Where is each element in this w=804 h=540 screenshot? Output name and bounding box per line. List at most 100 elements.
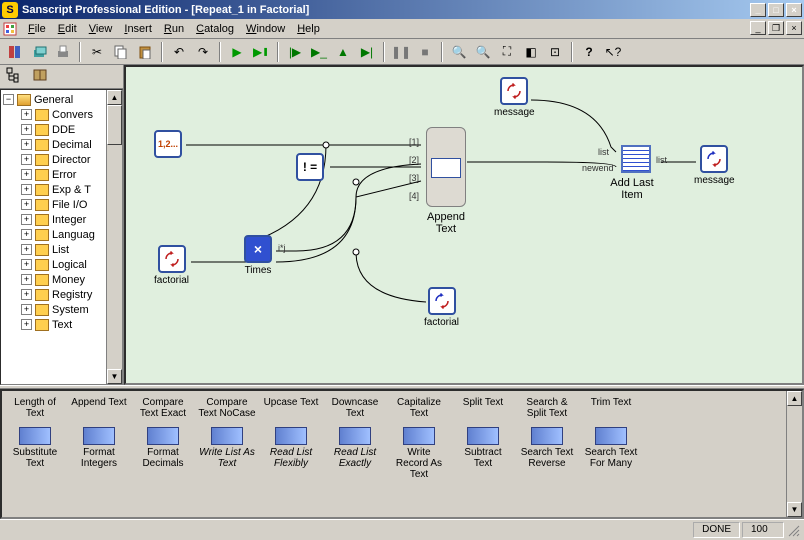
tree-item[interactable]: +Decimal [3,137,120,152]
close-button[interactable]: × [786,3,802,17]
redo-icon[interactable]: ↷ [192,41,214,63]
scroll-up-icon[interactable]: ▲ [787,391,802,406]
zoom-out-icon[interactable]: 🔍 [472,41,494,63]
menu-insert[interactable]: Insert [118,21,158,37]
scroll-thumb[interactable] [107,105,122,145]
tab-tree-icon[interactable] [6,67,22,86]
mdi-close-button[interactable]: × [786,21,802,35]
palette-item[interactable]: Split Text [454,395,512,419]
palette-item[interactable]: Subtract Text [454,427,512,480]
tree-item[interactable]: +Convers [3,107,120,122]
node-factorial-in[interactable]: factorial [154,245,189,286]
tree-scrollbar[interactable]: ▲ ▼ [106,90,122,384]
node-input-const[interactable]: 1,2... [154,130,182,158]
tree-item[interactable]: +Languag [3,227,120,242]
palette-item[interactable]: Trim Text [582,395,640,419]
mdi-restore-button[interactable]: ❐ [768,21,784,35]
zoom-region-icon[interactable]: ◧ [520,41,542,63]
zoom-fit-icon[interactable]: ⛶ [496,41,518,63]
palette-item[interactable]: Compare Text NoCase [198,395,256,419]
resize-grip-icon[interactable] [786,523,800,537]
expand-icon[interactable]: + [21,124,32,135]
palette-item[interactable]: Write Record As Text [390,427,448,480]
node-times[interactable]: × Times [244,235,272,276]
undo-icon[interactable]: ↶ [168,41,190,63]
node-factorial-out[interactable]: factorial [424,287,459,328]
mdi-minimize-button[interactable]: _ [750,21,766,35]
palette-item[interactable]: Format Integers [70,427,128,480]
palette-scrollbar[interactable]: ▲ ▼ [786,391,802,517]
palette-item[interactable]: Search Text Reverse [518,427,576,480]
node-add-last-item[interactable] [621,145,651,173]
print-icon[interactable] [52,41,74,63]
catalog-tree[interactable]: − General +Convers+DDE+Decimal+Director+… [1,90,122,334]
palette-item[interactable]: Search Text For Many [582,427,640,480]
node-append-text[interactable] [426,127,466,207]
palette-item[interactable]: Read List Exactly [326,427,384,480]
node-message-top[interactable]: message [494,77,535,118]
scroll-up-icon[interactable]: ▲ [107,90,122,105]
tree-item[interactable]: +Integer [3,212,120,227]
zoom-actual-icon[interactable]: ⊡ [544,41,566,63]
run-over-icon[interactable]: ▲ [332,41,354,63]
expand-icon[interactable]: + [21,109,32,120]
cut-icon[interactable]: ✂ [86,41,108,63]
palette-item[interactable]: Search & Split Text [518,395,576,419]
menu-edit[interactable]: Edit [52,21,83,37]
tree-item[interactable]: +List [3,242,120,257]
menu-window[interactable]: Window [240,21,291,37]
tree-root-label[interactable]: General [34,94,73,106]
expand-icon[interactable]: + [21,199,32,210]
run-step-icon[interactable]: ▶_ [308,41,330,63]
maximize-button[interactable]: □ [768,3,784,17]
expand-icon[interactable]: + [21,214,32,225]
minimize-button[interactable]: _ [750,3,766,17]
run-start-icon[interactable]: |▶ [284,41,306,63]
palette-item[interactable]: Append Text [70,395,128,419]
tree-item[interactable]: +Money [3,272,120,287]
tree-item[interactable]: +Exp & T [3,182,120,197]
expand-icon[interactable]: + [21,229,32,240]
paste-icon[interactable] [134,41,156,63]
node-message-out[interactable]: message [694,145,735,186]
palette-item[interactable]: Read List Flexibly [262,427,320,480]
expand-icon[interactable]: + [21,169,32,180]
expand-icon[interactable]: + [21,154,32,165]
tree-item[interactable]: +Logical [3,257,120,272]
zoom-in-icon[interactable]: 🔍 [448,41,470,63]
copy-icon[interactable] [110,41,132,63]
menu-view[interactable]: View [83,21,119,37]
menu-help[interactable]: Help [291,21,326,37]
collapse-icon[interactable]: − [3,94,14,105]
scroll-down-icon[interactable]: ▼ [787,502,802,517]
stack-icon[interactable] [28,41,50,63]
palette-item[interactable]: Upcase Text [262,395,320,419]
node-not-equal[interactable]: ! = [296,153,324,181]
palette-item[interactable]: Write List As Text [198,427,256,480]
expand-icon[interactable]: + [21,319,32,330]
help-cursor-icon[interactable]: ↖? [602,41,624,63]
help-icon[interactable]: ? [578,41,600,63]
tree-item[interactable]: +Error [3,167,120,182]
pause-icon[interactable]: ❚❚ [390,41,412,63]
scroll-down-icon[interactable]: ▼ [107,369,122,384]
expand-icon[interactable]: + [21,184,32,195]
tree-item[interactable]: +File I/O [3,197,120,212]
run-stop-icon[interactable]: ▶| [356,41,378,63]
play-pause-icon[interactable]: ▶❚ [250,41,272,63]
palette-item[interactable]: Downcase Text [326,395,384,419]
expand-icon[interactable]: + [21,289,32,300]
tree-item[interactable]: +DDE [3,122,120,137]
palette-item[interactable]: Length of Text [6,395,64,419]
book-icon[interactable] [4,41,26,63]
palette-item[interactable]: Capitalize Text [390,395,448,419]
expand-icon[interactable]: + [21,274,32,285]
palette-item[interactable]: Substitute Text [6,427,64,480]
expand-icon[interactable]: + [21,244,32,255]
flowgram-canvas[interactable]: 1,2... ! = factorial × Times i*j [1] [2]… [124,65,804,385]
stop-icon[interactable]: ■ [414,41,436,63]
tree-item[interactable]: +Text [3,317,120,332]
expand-icon[interactable]: + [21,259,32,270]
tab-book-icon[interactable] [32,67,48,86]
tree-item[interactable]: +Registry [3,287,120,302]
